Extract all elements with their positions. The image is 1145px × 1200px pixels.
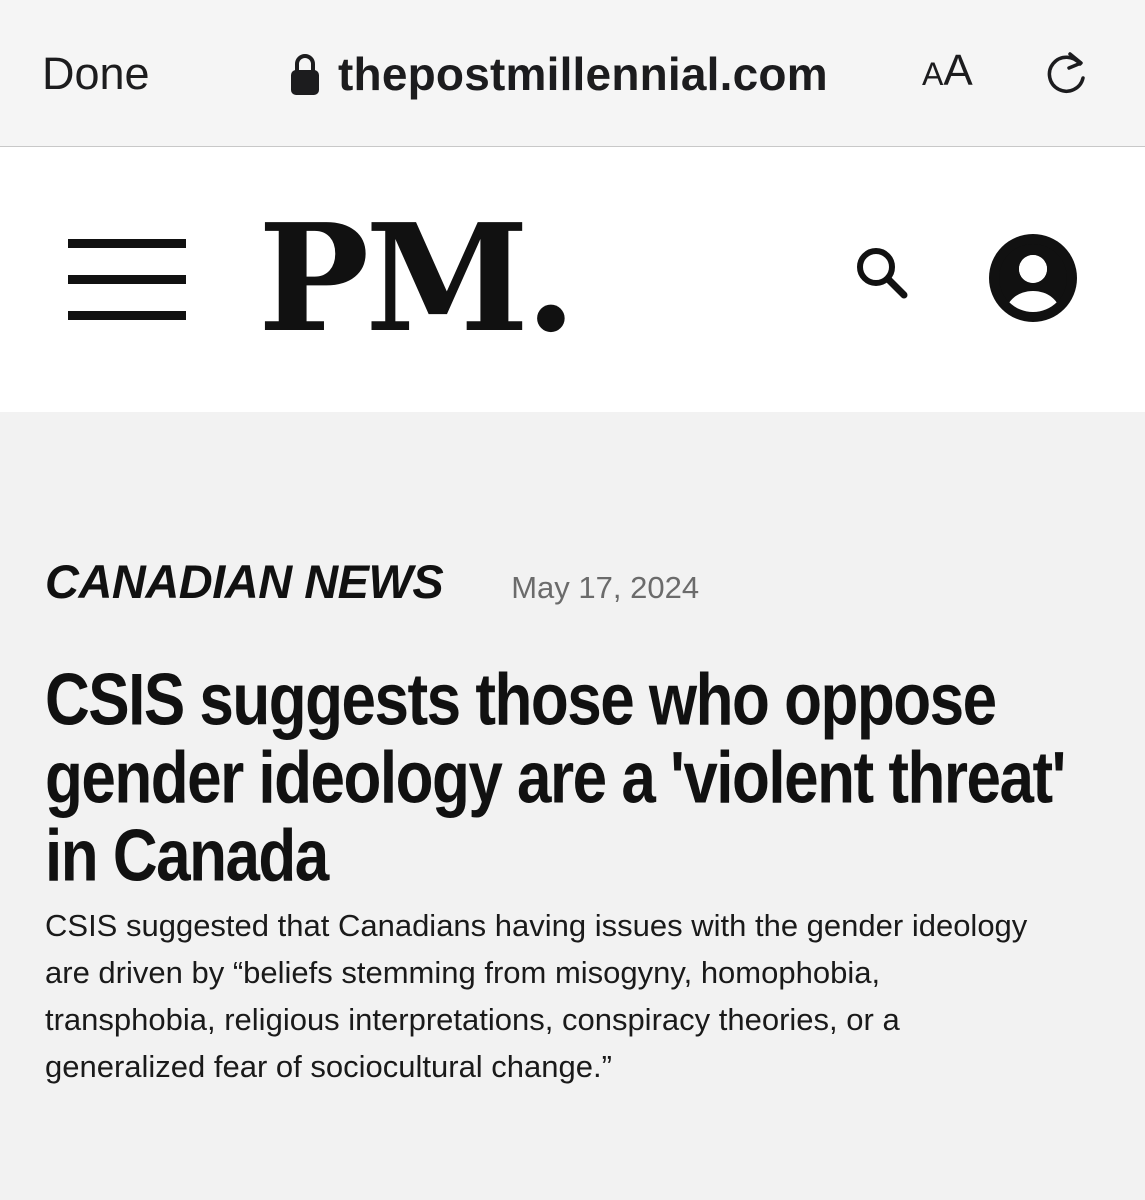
text-size-button[interactable]: A A <box>922 46 973 102</box>
browser-toolbar: Done thepostmillennial.com A A <box>0 0 1145 147</box>
search-icon[interactable] <box>852 243 912 303</box>
site-logo[interactable]: PM. <box>258 203 577 353</box>
article-header: CANADIAN NEWS May 17, 2024 CSIS suggests… <box>0 412 1145 1200</box>
text-size-small-label: A <box>922 56 944 92</box>
site-header: PM. <box>0 147 1145 412</box>
reload-icon[interactable] <box>1038 46 1094 102</box>
article-headline: CSIS suggests those who oppose gender id… <box>45 659 1066 897</box>
text-size-big-label: A <box>943 46 973 95</box>
url-text: thepostmillennial.com <box>338 48 828 100</box>
account-icon[interactable] <box>988 233 1078 323</box>
publish-date: May 17, 2024 <box>511 570 700 605</box>
lock-icon <box>291 54 319 95</box>
menu-icon[interactable] <box>68 239 186 323</box>
category-link[interactable]: CANADIAN NEWS <box>45 554 444 609</box>
article-meta: CANADIAN NEWS May 17, 2024 <box>45 554 699 609</box>
address-bar[interactable]: thepostmillennial.com <box>290 44 828 104</box>
done-button[interactable]: Done <box>42 46 150 102</box>
article-summary: CSIS suggested that Canadians having iss… <box>45 908 1028 1084</box>
